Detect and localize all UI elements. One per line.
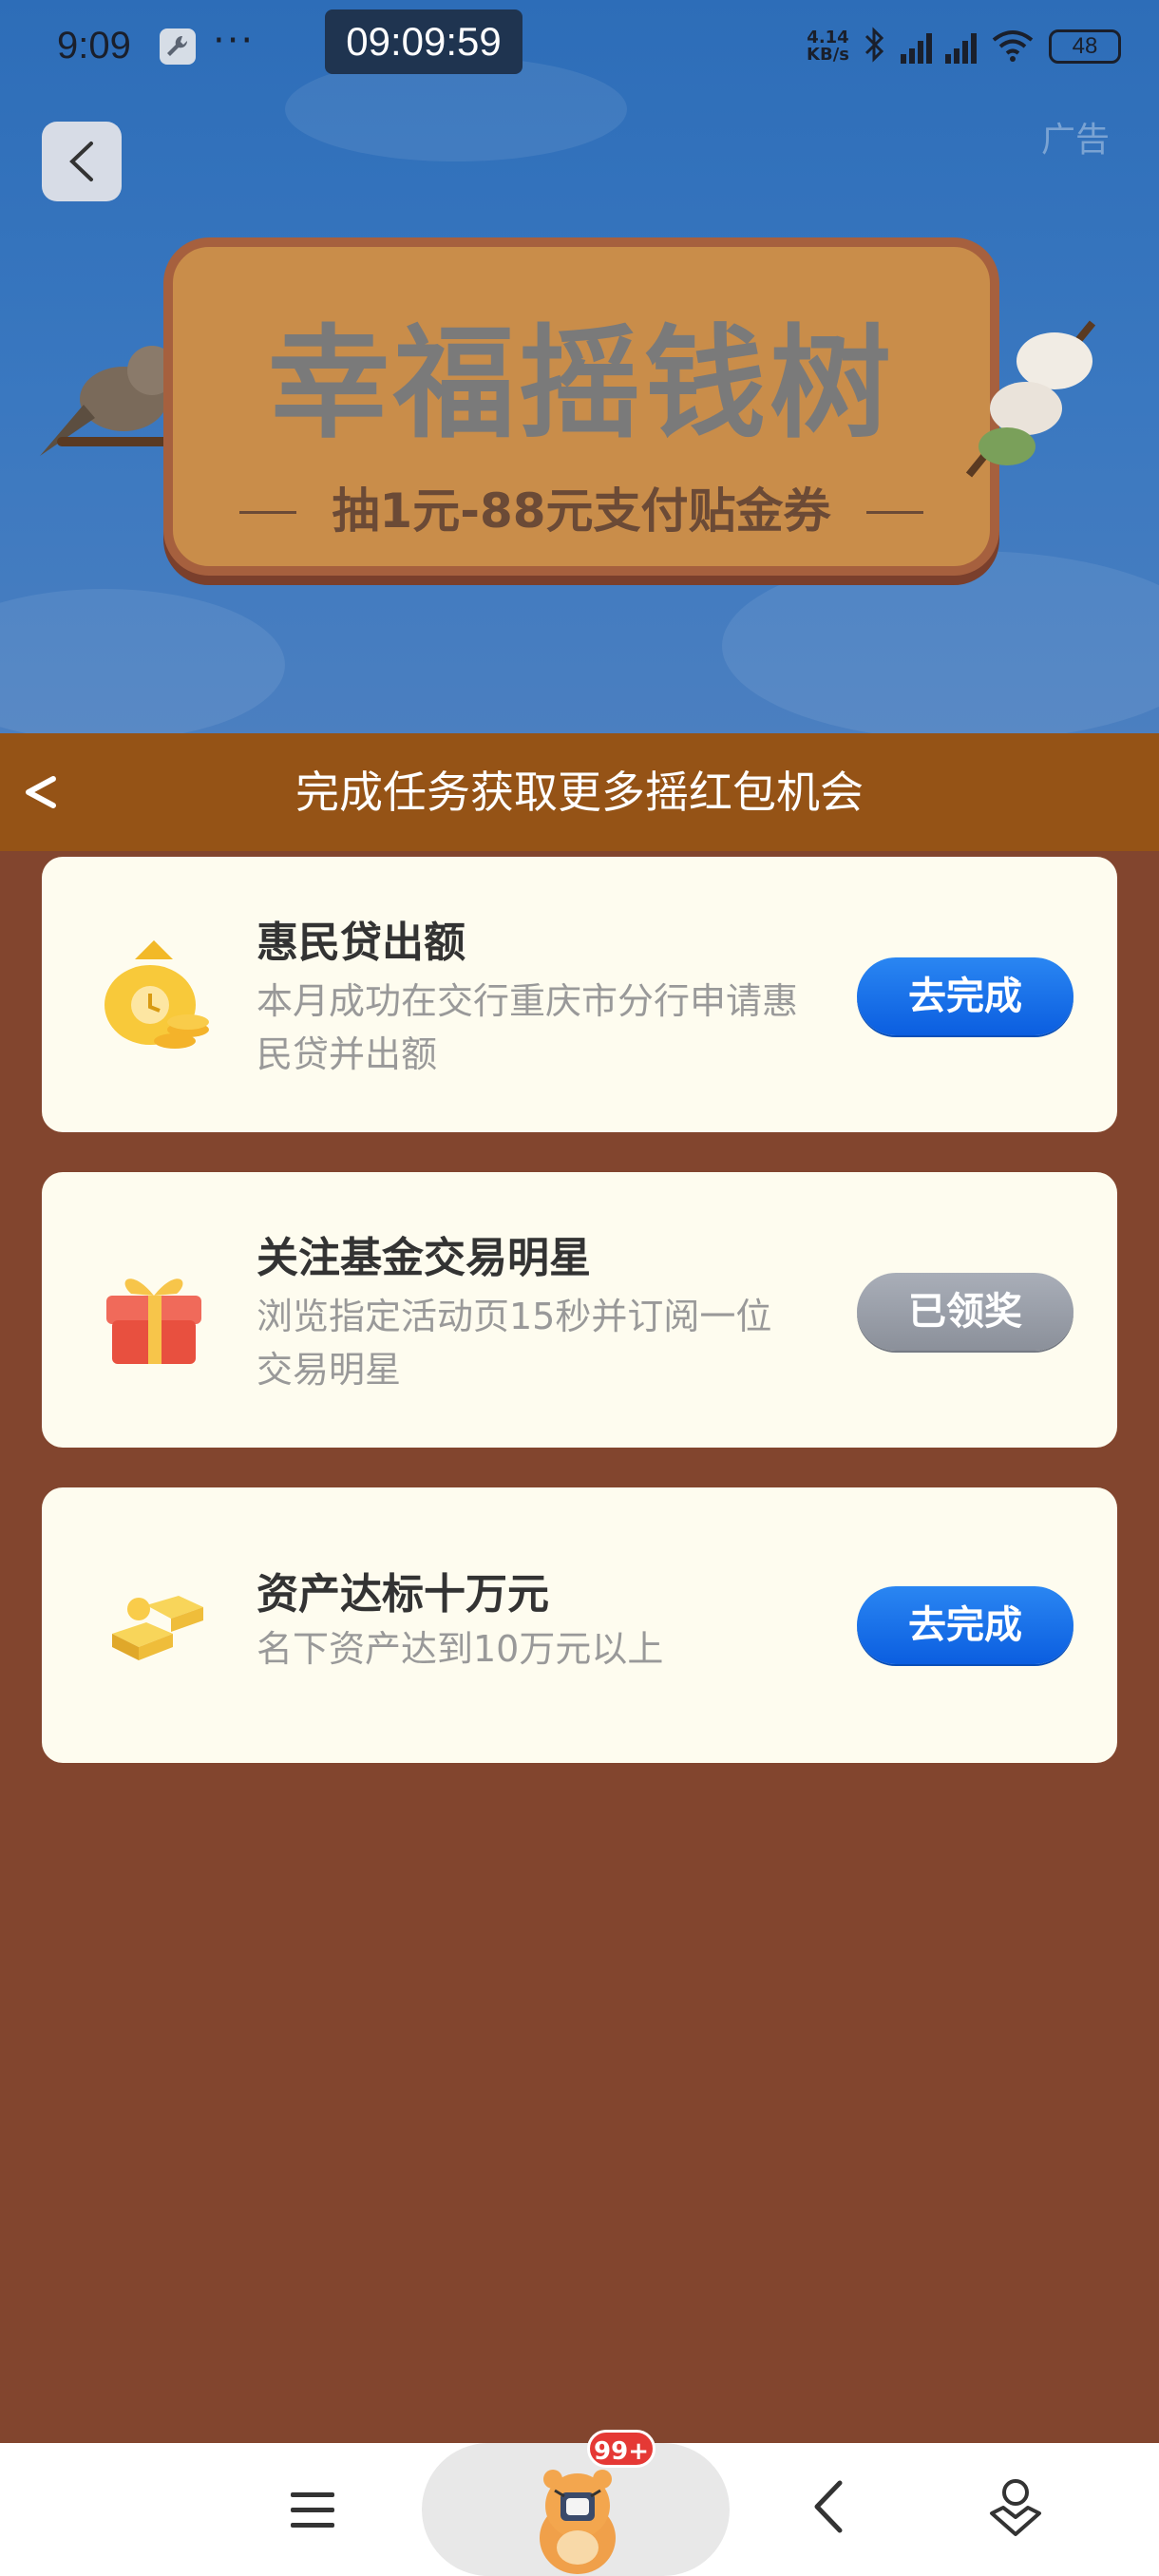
bluetooth-icon [863, 27, 887, 66]
signal-icon-1 [901, 29, 932, 64]
task-title: 关注基金交易明星 [256, 1234, 591, 1282]
go-complete-button[interactable]: 去完成 [857, 1586, 1074, 1664]
profile-icon[interactable] [986, 2475, 1045, 2538]
menu-icon[interactable] [285, 2481, 342, 2538]
gift-box-icon [106, 1279, 201, 1364]
flower-icon [965, 320, 1096, 478]
battery-indicator: 48 [1049, 29, 1121, 64]
notification-badge: 99+ [587, 2430, 656, 2468]
promo-banner[interactable]: 幸福摇钱树 抽1元-88元支付贴金券 [163, 237, 999, 576]
status-time: 9:09 [57, 25, 131, 66]
nav-back-icon[interactable] [809, 2473, 847, 2540]
task-section-header: 完成任务获取更多摇红包机会 [0, 733, 1159, 851]
task-description: 浏览指定活动页15秒并订阅一位交易明星 [256, 1296, 772, 1391]
back-button[interactable] [42, 122, 122, 201]
task-section-title: 完成任务获取更多摇红包机会 [295, 767, 864, 818]
floating-clock: 09:09:59 [325, 9, 522, 74]
wifi-icon [990, 27, 1036, 66]
signal-icon-2 [945, 29, 977, 64]
more-status-dots: ··· [213, 19, 256, 63]
status-bar: 9:09 ··· 09:09:59 4.14 KB/s 48 [0, 0, 1159, 91]
banner-subtitle: 抽1元-88元支付贴金券 [332, 483, 831, 539]
banner-title: 幸福摇钱树 [267, 313, 895, 455]
reward-claimed-button[interactable]: 已领奖 [857, 1273, 1074, 1351]
network-speed: 4.14 KB/s [807, 28, 849, 65]
task-card-fund-star: 关注基金交易明星 浏览指定活动页15秒并订阅一位交易明星 已领奖 [42, 1172, 1117, 1448]
task-title: 惠民贷出额 [256, 919, 466, 967]
go-complete-button[interactable]: 去完成 [857, 957, 1074, 1035]
chevron-left-icon [69, 142, 93, 181]
money-bag-icon [104, 940, 209, 1049]
hero-banner-area: 9:09 ··· 09:09:59 4.14 KB/s 48 广告 幸福摇钱树 … [0, 0, 1159, 733]
gold-bars-icon [112, 1596, 203, 1660]
task-title: 资产达标十万元 [256, 1570, 549, 1619]
task-card-loan: 惠民贷出额 本月成功在交行重庆市分行申请惠民贷并出额 去完成 [42, 857, 1117, 1132]
task-card-assets: 资产达标十万元 名下资产达到10万元以上 去完成 [42, 1487, 1117, 1763]
task-description: 本月成功在交行重庆市分行申请惠民贷并出额 [256, 980, 799, 1075]
wrench-icon [160, 28, 196, 65]
ad-label: 广告 [1040, 121, 1110, 160]
tiger-mascot-icon[interactable] [521, 2462, 635, 2576]
status-icons: 4.14 KB/s 48 [807, 27, 1121, 66]
task-description: 名下资产达到10万元以上 [256, 1628, 664, 1670]
